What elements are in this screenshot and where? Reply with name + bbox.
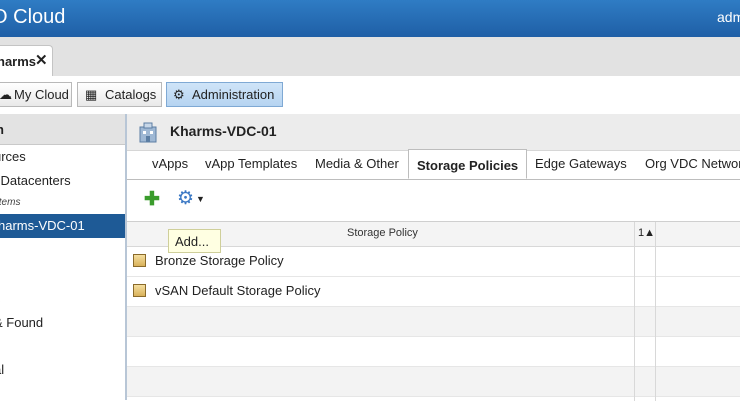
close-icon[interactable]: ✕ [35,51,48,69]
tab-storage-policies[interactable]: Storage Policies [408,149,528,179]
row-label: vSAN Default Storage Policy [155,283,321,298]
row-label: Bronze Storage Policy [155,253,284,268]
nav-administration[interactable]: ⚙ Administration [166,82,283,107]
left-panel: n urces l Datacenters Items harms-VDC-01… [0,114,127,400]
vdc-header: Kharms-VDC-01 [127,114,740,151]
left-item-datacenters[interactable]: l Datacenters [0,173,71,188]
left-item-resources[interactable]: urces [0,149,26,164]
storage-policy-icon [133,254,146,267]
tab-vapp-templates[interactable]: vApp Templates [205,156,297,171]
table-row[interactable]: vSAN Default Storage Policy [127,277,740,307]
building-icon [139,122,157,143]
table-row-empty [127,337,740,367]
chevron-down-icon[interactable]: ▼ [196,194,205,204]
nav-catalogs-label: Catalogs [105,87,157,102]
nav-my-cloud-label: My Cloud [14,87,69,102]
admin-icon: ⚙ [173,87,185,102]
column-divider [634,222,635,401]
sort-indicator[interactable]: 1▲ [638,227,655,239]
plus-icon[interactable]: ✚ [144,190,160,209]
left-panel-header: n [0,114,125,145]
column-storage-policy[interactable]: Storage Policy [347,227,418,239]
top-banner: O Cloud adm [0,0,740,37]
nav-my-cloud[interactable]: ☁ My Cloud [0,82,72,107]
org-tabstrip: harms ✕ [0,37,740,77]
org-tab[interactable]: harms ✕ [0,45,53,76]
table-row-empty [127,367,740,397]
storage-policy-icon [133,284,146,297]
tab-edge-gateways[interactable]: Edge Gateways [535,156,627,171]
column-divider [655,222,656,401]
left-item-lost-found[interactable]: & Found [0,315,43,330]
left-item-s[interactable]: s [0,291,1,306]
tab-media-other[interactable]: Media & Other [315,156,399,171]
left-item-selected-vdc[interactable]: harms-VDC-01 [0,214,125,238]
tab-org-vdc-networks[interactable]: Org VDC Networ [645,156,740,171]
grid-toolbar: ✚ ⚙ ▼ [127,180,740,220]
main-panel: Kharms-VDC-01 vApps vApp Templates Media… [127,114,740,401]
user-menu[interactable]: adm [717,9,740,25]
left-item-items: Items [0,197,21,208]
table-row-empty [127,307,740,337]
main-nav: ☁ My Cloud ▦ Catalogs ⚙ Administration [0,76,740,114]
add-tooltip: Add... [168,229,221,253]
vdc-title: Kharms-VDC-01 [170,123,277,139]
nav-administration-label: Administration [192,87,275,102]
gear-icon[interactable]: ⚙ [177,189,194,208]
app-title: O Cloud [0,6,66,28]
left-item-general[interactable]: al [0,362,4,377]
org-tab-label: harms [0,54,37,69]
cloud-icon: ☁ [0,87,12,102]
vdc-subtabs: vApps vApp Templates Media & Other Stora… [127,149,740,180]
nav-catalogs[interactable]: ▦ Catalogs [77,82,162,107]
catalog-icon: ▦ [85,87,98,102]
tab-vapps[interactable]: vApps [152,156,188,171]
